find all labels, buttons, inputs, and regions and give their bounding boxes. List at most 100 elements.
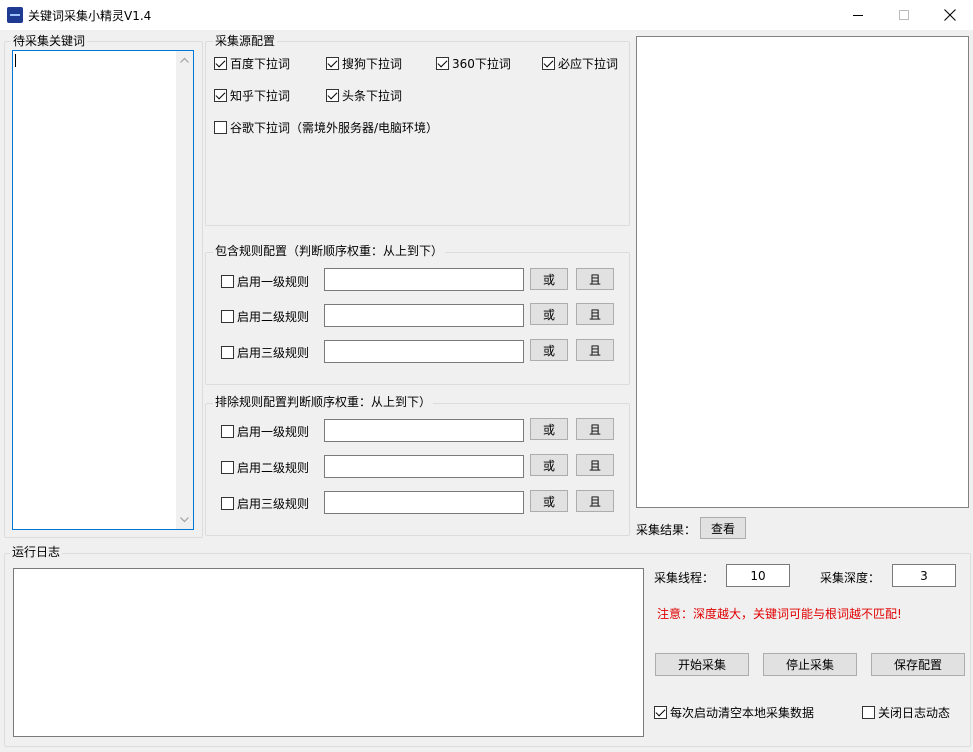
source-checkbox-360[interactable]: 360下拉词 <box>436 55 511 71</box>
checkbox-box[interactable] <box>326 56 339 70</box>
source-checkbox-baidu[interactable]: 百度下拉词 <box>214 55 290 71</box>
checkbox-box[interactable] <box>542 56 555 70</box>
include-rule-1-checkbox[interactable]: 启用一级规则 <box>221 273 309 289</box>
results-label: 采集结果： <box>636 523 697 537</box>
source-checkbox-bing[interactable]: 必应下拉词 <box>542 55 618 71</box>
exclude-rules-label: 排除规则配置判断顺序权重：从上到下） <box>213 395 434 409</box>
include-rule-1-or-button[interactable]: 或 <box>530 268 568 290</box>
minimize-icon <box>852 14 863 16</box>
checkbox-box[interactable] <box>221 460 234 474</box>
close-log-label: 关闭日志动态 <box>878 705 951 720</box>
source-label: 搜狗下拉词 <box>342 56 403 71</box>
source-checkbox-sogou[interactable]: 搜狗下拉词 <box>326 55 402 71</box>
maximize-button[interactable] <box>881 0 927 30</box>
include-rule-1-and-button[interactable]: 且 <box>576 268 614 290</box>
include-rule-2-and-button[interactable]: 且 <box>576 303 614 325</box>
checkbox-box[interactable] <box>214 56 227 70</box>
source-label: 谷歌下拉词（需境外服务器/电脑环境） <box>230 120 439 135</box>
source-label: 百度下拉词 <box>230 56 291 71</box>
exclude-rule-3-and-button[interactable]: 且 <box>576 490 614 512</box>
exclude-rule-3-checkbox[interactable]: 启用三级规则 <box>221 495 309 511</box>
keywords-textarea[interactable] <box>12 50 194 530</box>
include-rule-2-checkbox[interactable]: 启用二级规则 <box>221 308 309 324</box>
checkbox-box[interactable] <box>654 705 667 719</box>
include-rule-2-field[interactable] <box>325 305 523 326</box>
include-rule-3-and-button[interactable]: 且 <box>576 339 614 361</box>
chevron-up-icon[interactable] <box>180 57 189 63</box>
exclude-rule-2-and-button[interactable]: 且 <box>576 454 614 476</box>
checkbox-box[interactable] <box>326 88 339 102</box>
include-rule-2-or-button[interactable]: 或 <box>530 303 568 325</box>
app-icon <box>7 7 23 23</box>
log-group-label: 运行日志 <box>10 545 63 559</box>
window-title: 关键词采集小精灵V1.4 <box>28 9 152 23</box>
save-config-button[interactable]: 保存配置 <box>871 653 965 676</box>
rule-label: 启用三级规则 <box>237 496 310 511</box>
exclude-rule-3-input[interactable] <box>324 491 524 514</box>
exclude-rule-2-checkbox[interactable]: 启用二级规则 <box>221 459 309 475</box>
checkbox-box[interactable] <box>862 705 875 719</box>
start-button[interactable]: 开始采集 <box>655 653 749 676</box>
include-rule-1-input[interactable] <box>324 268 524 291</box>
checkbox-box[interactable] <box>221 424 234 438</box>
checkbox-box[interactable] <box>221 496 234 510</box>
maximize-icon <box>898 9 909 20</box>
include-rule-1-field[interactable] <box>325 269 523 290</box>
view-results-button[interactable]: 查看 <box>700 517 746 539</box>
close-log-checkbox[interactable]: 关闭日志动态 <box>862 704 950 720</box>
exclude-rule-1-checkbox[interactable]: 启用一级规则 <box>221 423 309 439</box>
exclude-rule-2-input[interactable] <box>324 455 524 478</box>
checkbox-box[interactable] <box>221 274 234 288</box>
source-checkbox-toutiao[interactable]: 头条下拉词 <box>326 87 402 103</box>
keywords-group-label: 待采集关键词 <box>11 34 88 48</box>
source-label: 360下拉词 <box>452 56 511 71</box>
clear-local-label: 每次启动清空本地采集数据 <box>670 705 815 720</box>
close-button[interactable] <box>927 0 973 30</box>
results-list[interactable] <box>636 36 969 508</box>
log-textarea[interactable] <box>13 568 644 737</box>
checkbox-box[interactable] <box>221 345 234 359</box>
include-rule-3-field[interactable] <box>325 341 523 362</box>
depth-warning: 注意：深度越大，关键词可能与根词越不匹配! <box>657 607 902 621</box>
rule-label: 启用二级规则 <box>237 309 310 324</box>
checkbox-box[interactable] <box>214 88 227 102</box>
checkbox-box[interactable] <box>221 309 234 323</box>
depth-field[interactable] <box>893 565 955 586</box>
exclude-rule-3-field[interactable] <box>325 492 523 513</box>
depth-input[interactable] <box>892 564 956 587</box>
threads-input[interactable] <box>726 564 790 587</box>
checkbox-box[interactable] <box>436 56 449 70</box>
keywords-scrollbar[interactable] <box>176 51 193 529</box>
stop-button[interactable]: 停止采集 <box>763 653 857 676</box>
exclude-rule-1-input[interactable] <box>324 419 524 442</box>
rule-label: 启用一级规则 <box>237 424 310 439</box>
threads-field[interactable] <box>727 565 789 586</box>
exclude-rule-2-or-button[interactable]: 或 <box>530 454 568 476</box>
minimize-button[interactable] <box>835 0 881 30</box>
source-checkbox-zhihu[interactable]: 知乎下拉词 <box>214 87 290 103</box>
clear-local-checkbox[interactable]: 每次启动清空本地采集数据 <box>654 704 814 720</box>
include-rule-3-or-button[interactable]: 或 <box>530 339 568 361</box>
exclude-rule-1-field[interactable] <box>325 420 523 441</box>
source-label: 必应下拉词 <box>558 56 619 71</box>
close-icon <box>944 9 956 21</box>
include-rule-3-checkbox[interactable]: 启用三级规则 <box>221 344 309 360</box>
include-rule-3-input[interactable] <box>324 340 524 363</box>
chevron-down-icon[interactable] <box>180 517 189 523</box>
depth-label: 采集深度： <box>820 571 881 585</box>
source-label: 知乎下拉词 <box>230 88 291 103</box>
exclude-rule-2-field[interactable] <box>325 456 523 477</box>
rule-label: 启用三级规则 <box>237 345 310 360</box>
exclude-rule-3-or-button[interactable]: 或 <box>530 490 568 512</box>
source-checkbox-google[interactable]: 谷歌下拉词（需境外服务器/电脑环境） <box>214 119 438 135</box>
source-config-label: 采集源配置 <box>213 34 278 48</box>
checkbox-box[interactable] <box>214 120 227 134</box>
text-cursor <box>15 54 16 67</box>
exclude-rule-1-or-button[interactable]: 或 <box>530 418 568 440</box>
include-rules-label: 包含规则配置（判断顺序权重：从上到下） <box>213 244 446 258</box>
source-label: 头条下拉词 <box>342 88 403 103</box>
rule-label: 启用一级规则 <box>237 274 310 289</box>
exclude-rule-1-and-button[interactable]: 且 <box>576 418 614 440</box>
include-rule-2-input[interactable] <box>324 304 524 327</box>
threads-label: 采集线程： <box>654 571 715 585</box>
